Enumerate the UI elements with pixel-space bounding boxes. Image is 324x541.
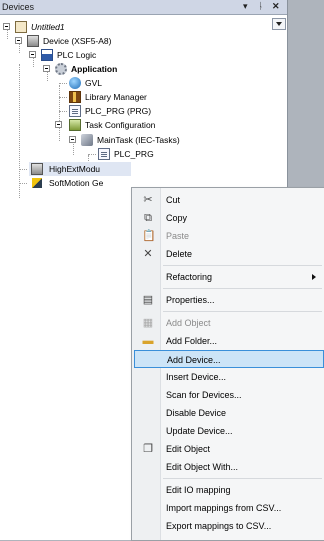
menu-label: Edit IO mapping bbox=[166, 485, 231, 495]
menu-item-export-mappings[interactable]: Export mappings to CSV... bbox=[134, 517, 324, 535]
tree-label: PLC_PRG bbox=[114, 149, 154, 159]
tree-label: Library Manager bbox=[85, 92, 147, 102]
tree-label: SoftMotion Ge bbox=[49, 178, 104, 188]
menu-item-edit-io-mapping[interactable]: Edit IO mapping bbox=[134, 481, 324, 499]
menu-separator bbox=[163, 265, 322, 266]
collapse-toggle[interactable] bbox=[29, 51, 36, 58]
submenu-arrow-icon bbox=[312, 274, 316, 280]
dropdown-arrow-icon[interactable]: ▾ bbox=[243, 1, 248, 12]
panel-titlebar: Devices ▾ ᚿ ✕ bbox=[0, 0, 287, 15]
menu-label: Add Device... bbox=[167, 355, 221, 365]
collapse-toggle[interactable] bbox=[69, 136, 76, 143]
menu-item-cut[interactable]: ✂ Cut bbox=[134, 191, 324, 209]
tree-label: Task Configuration bbox=[85, 120, 156, 130]
menu-label: Edit Object With... bbox=[166, 462, 239, 472]
tree-label: Untitled1 bbox=[31, 22, 65, 32]
menu-item-add-object[interactable]: ▦ Add Object bbox=[134, 314, 324, 332]
application-icon bbox=[55, 63, 67, 75]
menu-item-add-folder[interactable]: ▬ Add Folder... bbox=[134, 332, 324, 350]
scissors-icon: ✂ bbox=[143, 194, 153, 206]
collapse-toggle[interactable] bbox=[43, 65, 50, 72]
menu-label: Paste bbox=[166, 231, 190, 241]
menu-label: Import mappings from CSV... bbox=[166, 503, 282, 513]
menu-label: Copy bbox=[166, 213, 188, 223]
menu-item-disable-device[interactable]: Disable Device bbox=[134, 404, 324, 422]
menu-item-import-mappings[interactable]: Import mappings from CSV... bbox=[134, 499, 324, 517]
menu-item-update-device[interactable]: Update Device... bbox=[134, 422, 324, 440]
menu-item-scan-devices[interactable]: Scan for Devices... bbox=[134, 386, 324, 404]
tree-label: GVL bbox=[85, 78, 103, 88]
gvl-icon bbox=[69, 77, 81, 89]
menu-item-insert-device[interactable]: Insert Device... bbox=[134, 368, 324, 386]
edit-object-icon: ❐ bbox=[143, 443, 153, 455]
menu-label: Insert Device... bbox=[166, 372, 227, 382]
module-icon bbox=[31, 163, 43, 175]
menu-label: Refactoring bbox=[166, 272, 213, 282]
device-icon bbox=[27, 35, 39, 47]
menu-item-edit-object[interactable]: ❐ Edit Object bbox=[134, 440, 324, 458]
menu-item-refactoring[interactable]: Refactoring bbox=[134, 268, 324, 286]
menu-label: Properties... bbox=[166, 295, 215, 305]
collapse-toggle[interactable] bbox=[15, 37, 22, 44]
paste-icon: 📋 bbox=[142, 230, 156, 242]
collapse-toggle[interactable] bbox=[3, 23, 10, 30]
menu-item-edit-object-with[interactable]: Edit Object With... bbox=[134, 458, 324, 476]
folder-icon: ▬ bbox=[142, 335, 154, 347]
copy-icon: ⧉ bbox=[144, 212, 152, 224]
context-menu: ✂ Cut ⧉ Copy 📋 Paste ✕ Delete Refactorin… bbox=[131, 187, 324, 541]
menu-label: Update Device... bbox=[166, 426, 233, 436]
task-config-icon bbox=[69, 119, 81, 131]
menu-label: Export mappings to CSV... bbox=[166, 521, 272, 531]
library-icon bbox=[69, 91, 81, 103]
menu-item-properties[interactable]: ▤ Properties... bbox=[134, 291, 324, 309]
tree-label: HighExtModu bbox=[49, 164, 101, 174]
properties-icon: ▤ bbox=[142, 294, 154, 306]
project-icon bbox=[15, 21, 27, 33]
task-gear-icon bbox=[81, 134, 93, 146]
menu-label: Cut bbox=[166, 195, 181, 205]
tree-label: Device (XSF5-A8) bbox=[43, 36, 112, 46]
menu-label: Delete bbox=[166, 249, 193, 259]
close-icon[interactable]: ✕ bbox=[272, 1, 280, 12]
menu-item-copy[interactable]: ⧉ Copy bbox=[134, 209, 324, 227]
menu-item-delete[interactable]: ✕ Delete bbox=[134, 245, 324, 263]
menu-separator bbox=[163, 288, 322, 289]
tree-label: PLC Logic bbox=[57, 50, 97, 60]
menu-item-add-device[interactable]: Add Device... bbox=[134, 350, 324, 368]
plc-logic-icon bbox=[41, 49, 53, 61]
menu-label: Add Folder... bbox=[166, 336, 218, 346]
tree-label: PLC_PRG (PRG) bbox=[85, 106, 152, 116]
menu-label: Scan for Devices... bbox=[166, 390, 242, 400]
menu-label: Disable Device bbox=[166, 408, 227, 418]
program-call-icon bbox=[98, 148, 110, 160]
menu-item-paste[interactable]: 📋 Paste bbox=[134, 227, 324, 245]
tree-label: Application bbox=[71, 64, 118, 74]
pin-icon[interactable]: ᚿ bbox=[258, 1, 263, 11]
collapse-toggle[interactable] bbox=[55, 121, 62, 128]
program-icon bbox=[69, 105, 81, 117]
menu-separator bbox=[163, 311, 322, 312]
menu-separator bbox=[163, 478, 322, 479]
menu-label: Edit Object bbox=[166, 444, 211, 454]
delete-icon: ✕ bbox=[143, 248, 153, 260]
tree-item-high-ext[interactable]: HighExtModu bbox=[19, 162, 131, 176]
panel-title: Devices bbox=[2, 2, 35, 12]
softmotion-icon bbox=[32, 178, 42, 188]
add-object-icon: ▦ bbox=[142, 317, 154, 329]
tree-label: MainTask (IEC-Tasks) bbox=[97, 135, 180, 145]
menu-label: Add Object bbox=[166, 318, 211, 328]
